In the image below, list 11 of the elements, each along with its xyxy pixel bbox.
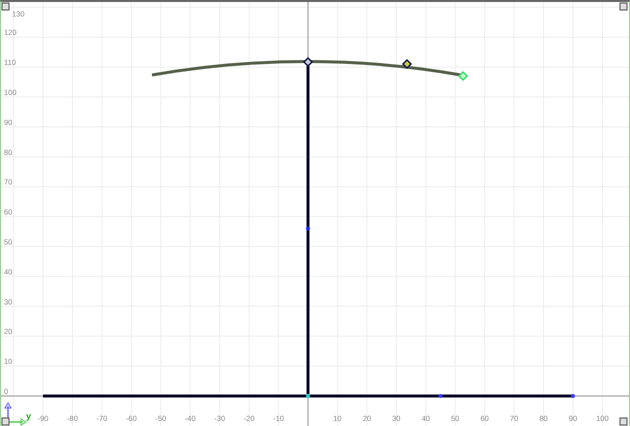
diamond-node-icon[interactable] (402, 58, 412, 70)
resize-corner-icon[interactable] (620, 418, 628, 426)
vertical-beam-line[interactable] (306, 66, 310, 394)
arc-curve[interactable] (152, 60, 462, 76)
resize-corner-icon[interactable] (2, 418, 10, 426)
horizontal-beam-line[interactable] (43, 394, 575, 398)
diamond-node-icon[interactable] (302, 56, 314, 68)
resize-corner-icon[interactable] (620, 2, 628, 10)
resize-corner-icon[interactable] (2, 2, 10, 10)
axis-label: y (26, 411, 32, 421)
axis-triad-icon (4, 402, 27, 426)
